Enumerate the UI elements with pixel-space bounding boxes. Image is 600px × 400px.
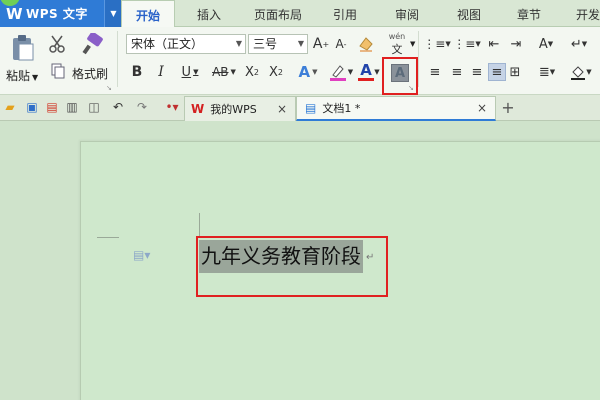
export-pdf-icon[interactable]: ▤ xyxy=(44,99,60,115)
format-painter-icon[interactable] xyxy=(80,32,106,56)
close-icon[interactable]: × xyxy=(277,102,287,116)
ribbon-tab-bar: W WPS 文字 ▼ 开始 插入 页面布局 引用 审阅 视图 章节 开发 xyxy=(0,0,600,28)
quick-access-bar: ▰ ▣ ▤ ▥ ◫ ↶ ↷ •▾ W 我的WPS × ▤ 文档1 * × + xyxy=(0,95,600,121)
numbered-list-icon[interactable]: ⋮≡ ▼ xyxy=(453,35,480,53)
tab-document-1[interactable]: ▤ 文档1 * × xyxy=(296,96,496,121)
increase-indent-icon[interactable]: ⇥ xyxy=(506,35,526,53)
chevron-down-icon: ▼ xyxy=(297,39,304,48)
customize-quick-access-icon[interactable]: •▾ xyxy=(164,99,180,115)
superscript-icon[interactable]: X2 xyxy=(242,63,262,81)
align-left-icon[interactable]: ≡ xyxy=(426,63,444,81)
app-menu-dropdown-icon[interactable]: ▼ xyxy=(104,0,122,27)
chevron-down-icon: ▼ xyxy=(235,39,242,48)
tab-developer[interactable]: 开发 xyxy=(568,0,600,27)
print-icon[interactable]: ▥ xyxy=(64,99,80,115)
font-size-value: 三号 xyxy=(253,37,278,51)
margin-marker-horizontal xyxy=(97,237,119,238)
document-icon: ▤ xyxy=(305,101,317,115)
tab-chapter[interactable]: 章节 xyxy=(508,0,550,27)
cut-icon[interactable] xyxy=(46,33,68,55)
close-icon[interactable]: × xyxy=(477,101,487,115)
print-preview-icon[interactable]: ◫ xyxy=(86,99,102,115)
show-hide-marks-icon[interactable]: ↵ ▼ xyxy=(564,35,594,53)
save-icon[interactable]: ▣ xyxy=(24,99,40,115)
paste-icon[interactable] xyxy=(6,33,40,63)
chevron-down-icon[interactable]: ▼ xyxy=(410,40,415,48)
font-dialog-launcher-icon[interactable]: ↘ xyxy=(408,84,414,92)
clear-format-icon[interactable] xyxy=(356,35,376,53)
wps-logo-icon: W xyxy=(191,102,205,116)
justify-icon[interactable]: ≡ xyxy=(488,63,506,81)
bold-icon[interactable]: B xyxy=(128,63,146,81)
highlight-color-icon[interactable]: ▼ xyxy=(326,63,356,81)
phonetic-guide-icon[interactable]: wén 文 xyxy=(384,31,410,56)
italic-icon[interactable]: I xyxy=(152,63,170,81)
align-center-icon[interactable]: ≡ xyxy=(448,63,466,81)
app-title: WPS 文字 xyxy=(26,7,88,21)
group-separator xyxy=(418,31,419,87)
tab-label: 我的WPS xyxy=(210,103,257,116)
wps-logo-icon: W xyxy=(6,4,23,23)
decrease-indent-icon[interactable]: ⇤ xyxy=(484,35,504,53)
tab-view[interactable]: 视图 xyxy=(448,0,490,27)
distribute-icon[interactable]: ⊞ xyxy=(506,63,524,81)
ribbon-home: 粘贴 ▼ 格式刷 ↘ 宋体（正文） ▼ 三号 ▼ A + A- B I U ▼ AB ▼… xyxy=(0,27,600,95)
tab-references[interactable]: 引用 xyxy=(324,0,366,27)
font-name-value: 宋体（正文） xyxy=(131,37,204,51)
align-right-icon[interactable]: ≡ xyxy=(468,63,486,81)
margin-marker-vertical xyxy=(199,213,200,237)
phonetic-label: wén xyxy=(388,31,406,41)
strikethrough-icon[interactable]: AB ▼ xyxy=(208,63,240,81)
underline-icon[interactable]: U ▼ xyxy=(176,63,204,81)
tab-my-wps[interactable]: W 我的WPS × xyxy=(184,96,296,121)
font-size-select[interactable]: 三号 ▼ xyxy=(248,34,308,54)
line-spacing-icon[interactable]: ≣ ▼ xyxy=(534,63,560,81)
subscript-icon[interactable]: X2 xyxy=(266,63,286,81)
undo-icon[interactable]: ↶ xyxy=(110,99,126,115)
open-folder-icon[interactable]: ▰ xyxy=(2,99,18,115)
copy-icon[interactable] xyxy=(48,61,68,81)
format-painter-label[interactable]: 格式刷 xyxy=(72,65,108,82)
tab-insert[interactable]: 插入 xyxy=(185,0,233,27)
tab-home[interactable]: 开始 xyxy=(121,0,175,28)
tab-label: 文档1 * xyxy=(322,102,361,115)
tab-review[interactable]: 审阅 xyxy=(386,0,428,27)
paste-label: 粘贴 xyxy=(6,69,31,83)
paste-button[interactable]: 粘贴 ▼ xyxy=(6,67,38,84)
dialog-launcher-icon[interactable]: ↘ xyxy=(106,84,112,92)
redo-icon[interactable]: ↷ xyxy=(134,99,150,115)
bullet-list-icon[interactable]: ⋮≡ ▼ xyxy=(423,35,450,53)
grow-font-icon[interactable]: A + xyxy=(312,35,330,53)
paste-dropdown-icon[interactable]: ▼ xyxy=(32,73,38,82)
paragraph-handle-icon[interactable]: ▤▾ xyxy=(133,248,150,262)
selected-text-highlight xyxy=(196,236,388,297)
text-effect-icon[interactable]: A ▼ xyxy=(294,63,322,81)
app-menu-button[interactable]: W WPS 文字 ▼ xyxy=(0,0,122,27)
tab-page-layout[interactable]: 页面布局 xyxy=(247,0,309,27)
new-tab-icon[interactable]: + xyxy=(500,98,516,117)
chinese-layout-icon[interactable]: A ▼ xyxy=(532,35,560,53)
group-separator xyxy=(117,31,118,87)
shrink-font-icon[interactable]: A- xyxy=(332,35,350,53)
font-name-select[interactable]: 宋体（正文） ▼ xyxy=(126,34,246,54)
font-color-icon[interactable]: A ▼ xyxy=(356,61,382,83)
shading-fill-icon[interactable]: ▼ xyxy=(566,63,596,81)
